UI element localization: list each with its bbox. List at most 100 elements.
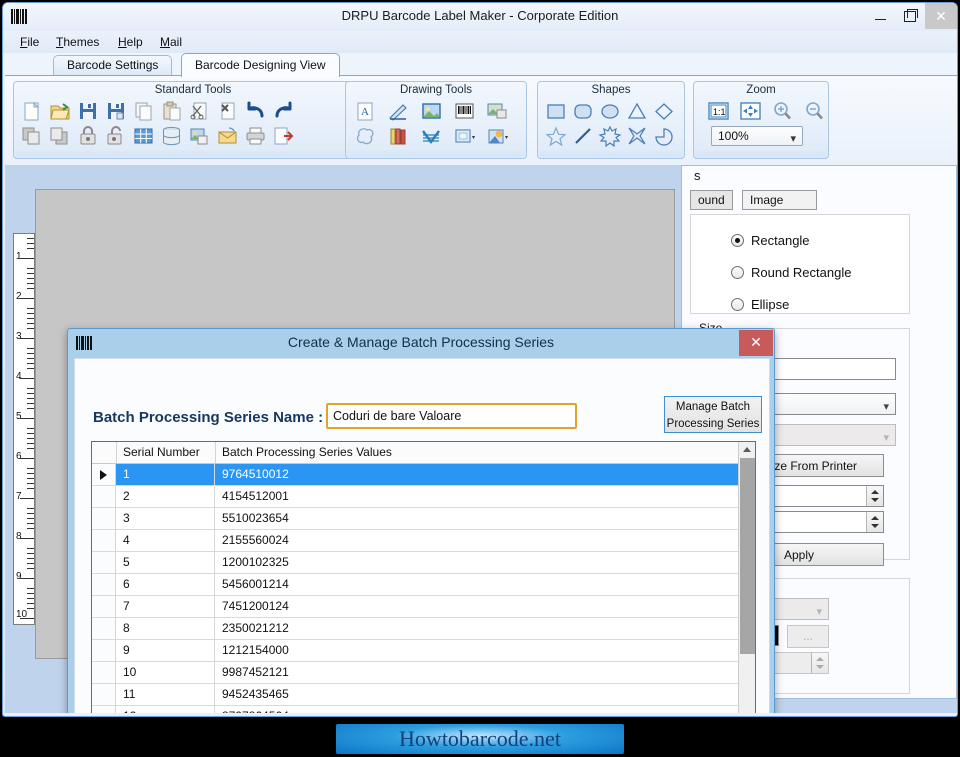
cell-series-value[interactable]: 9987452121 bbox=[216, 662, 738, 683]
redo-icon[interactable] bbox=[272, 100, 296, 122]
grid-header-serial-number[interactable]: Serial Number bbox=[117, 442, 216, 463]
cell-series-value[interactable]: 5510023654 bbox=[216, 508, 738, 529]
menu-item-file[interactable]: File bbox=[15, 34, 44, 50]
cell-series-value[interactable]: 1212154000 bbox=[216, 640, 738, 661]
unlock-icon[interactable] bbox=[104, 125, 128, 147]
watermark-icon[interactable] bbox=[486, 100, 510, 122]
delete-icon[interactable] bbox=[216, 100, 240, 122]
row-selector-cell[interactable] bbox=[92, 530, 116, 551]
save-icon[interactable] bbox=[76, 100, 100, 122]
table-row[interactable]: 2 4154512001 bbox=[92, 486, 755, 508]
spinner-arrows[interactable] bbox=[866, 512, 883, 532]
diamond-icon[interactable] bbox=[652, 100, 676, 122]
cell-serial-number: 11 bbox=[117, 684, 215, 705]
paste-icon[interactable] bbox=[160, 100, 184, 122]
table-row[interactable]: 11 9452435465 bbox=[92, 684, 755, 706]
tab-barcode-designing-view[interactable]: Barcode Designing View bbox=[181, 53, 340, 77]
table-row[interactable]: 1 9764510012 bbox=[92, 464, 755, 486]
manage-batch-processing-series-button[interactable]: Manage Batch Processing Series bbox=[664, 396, 762, 433]
properties-tab-image-processing[interactable]: Image Processing bbox=[742, 190, 818, 226]
scrollbar-thumb[interactable] bbox=[740, 458, 755, 654]
cut-icon[interactable] bbox=[188, 100, 212, 122]
row-selector-cell[interactable] bbox=[92, 552, 116, 573]
table-row[interactable]: 10 9987452121 bbox=[92, 662, 755, 684]
copy-icon[interactable] bbox=[132, 100, 156, 122]
zoom-level-select[interactable]: 100% ▾ bbox=[711, 126, 803, 146]
row-selector-cell[interactable] bbox=[92, 684, 116, 705]
zoom-out-icon[interactable] bbox=[802, 100, 826, 122]
triangle-icon[interactable] bbox=[625, 100, 649, 122]
spinner-arrows[interactable] bbox=[866, 486, 883, 506]
dialog-close-button[interactable]: ✕ bbox=[739, 330, 773, 356]
four-point-star-icon[interactable] bbox=[625, 125, 649, 147]
round-rectangle-icon[interactable] bbox=[571, 100, 595, 122]
picture-icon[interactable] bbox=[420, 100, 444, 122]
line-icon[interactable] bbox=[571, 125, 595, 147]
table-row[interactable]: 8 2350021212 bbox=[92, 618, 755, 640]
table-row[interactable]: 3 5510023654 bbox=[92, 508, 755, 530]
cell-series-value[interactable]: 9764510012 bbox=[216, 464, 738, 485]
tab-barcode-settings[interactable]: Barcode Settings bbox=[53, 55, 173, 76]
image-export-icon[interactable] bbox=[188, 125, 212, 147]
row-selector-cell[interactable] bbox=[92, 486, 116, 507]
cell-series-value[interactable]: 1200102325 bbox=[216, 552, 738, 573]
exit-icon[interactable] bbox=[272, 125, 296, 147]
mail-icon[interactable] bbox=[216, 125, 240, 147]
fit-page-icon[interactable] bbox=[738, 100, 762, 122]
signature-icon[interactable] bbox=[387, 100, 411, 122]
table-row[interactable]: 6 5456001214 bbox=[92, 574, 755, 596]
cell-series-value[interactable]: 9452435465 bbox=[216, 684, 738, 705]
menu-item-themes[interactable]: Themes bbox=[51, 34, 104, 50]
frame-icon[interactable] bbox=[453, 125, 477, 147]
shape-fill-icon[interactable] bbox=[486, 125, 510, 147]
undo-icon[interactable] bbox=[244, 100, 268, 122]
cell-series-value[interactable]: 7451200124 bbox=[216, 596, 738, 617]
grid-icon[interactable] bbox=[132, 125, 156, 147]
lock-icon[interactable] bbox=[76, 125, 100, 147]
properties-tab-background[interactable]: ound bbox=[690, 190, 733, 210]
grid-header-series-values[interactable]: Batch Processing Series Values bbox=[216, 442, 738, 463]
barcode-icon[interactable] bbox=[453, 100, 477, 122]
cell-series-value[interactable]: 2350021212 bbox=[216, 618, 738, 639]
cell-series-value[interactable]: 5456001214 bbox=[216, 574, 738, 595]
row-selector-cell[interactable] bbox=[92, 508, 116, 529]
table-row[interactable]: 4 2155560024 bbox=[92, 530, 755, 552]
grid-vertical-scrollbar[interactable] bbox=[738, 442, 755, 716]
save-as-icon[interactable] bbox=[104, 100, 128, 122]
menu-item-help[interactable]: Help bbox=[113, 34, 148, 50]
menu-item-mail[interactable]: Mail bbox=[155, 34, 187, 50]
row-selector-cell[interactable] bbox=[92, 464, 116, 485]
table-row[interactable]: 7 7451200124 bbox=[92, 596, 755, 618]
maximize-button[interactable] bbox=[895, 3, 925, 29]
actual-size-icon[interactable]: 1:1 bbox=[706, 100, 730, 122]
text-icon[interactable]: A bbox=[354, 100, 378, 122]
table-row[interactable]: 9 1212154000 bbox=[92, 640, 755, 662]
new-document-icon[interactable] bbox=[20, 100, 44, 122]
ribbon-icon[interactable] bbox=[420, 125, 444, 147]
bring-front-icon[interactable] bbox=[20, 125, 44, 147]
table-row[interactable]: 5 1200102325 bbox=[92, 552, 755, 574]
star-icon[interactable] bbox=[544, 125, 568, 147]
open-folder-icon[interactable] bbox=[48, 100, 72, 122]
library-icon[interactable] bbox=[387, 125, 411, 147]
row-selector-cell[interactable] bbox=[92, 596, 116, 617]
row-selector-cell[interactable] bbox=[92, 640, 116, 661]
freehand-icon[interactable] bbox=[354, 125, 378, 147]
rectangle-icon[interactable] bbox=[544, 100, 568, 122]
row-selector-cell[interactable] bbox=[92, 662, 116, 683]
minimize-button[interactable] bbox=[865, 3, 895, 29]
zoom-in-icon[interactable] bbox=[770, 100, 794, 122]
cell-series-value[interactable]: 2155560024 bbox=[216, 530, 738, 551]
print-icon[interactable] bbox=[244, 125, 268, 147]
row-selector-cell[interactable] bbox=[92, 618, 116, 639]
close-button[interactable]: ✕ bbox=[925, 3, 957, 29]
send-back-icon[interactable] bbox=[48, 125, 72, 147]
scroll-up-button[interactable] bbox=[739, 442, 755, 457]
series-name-input[interactable]: Coduri de bare Valoare bbox=[326, 403, 577, 429]
pie-icon[interactable] bbox=[652, 125, 676, 147]
ellipse-icon[interactable] bbox=[598, 100, 622, 122]
row-selector-cell[interactable] bbox=[92, 574, 116, 595]
cell-series-value[interactable]: 4154512001 bbox=[216, 486, 738, 507]
burst-icon[interactable] bbox=[598, 125, 622, 147]
database-icon[interactable] bbox=[160, 125, 184, 147]
